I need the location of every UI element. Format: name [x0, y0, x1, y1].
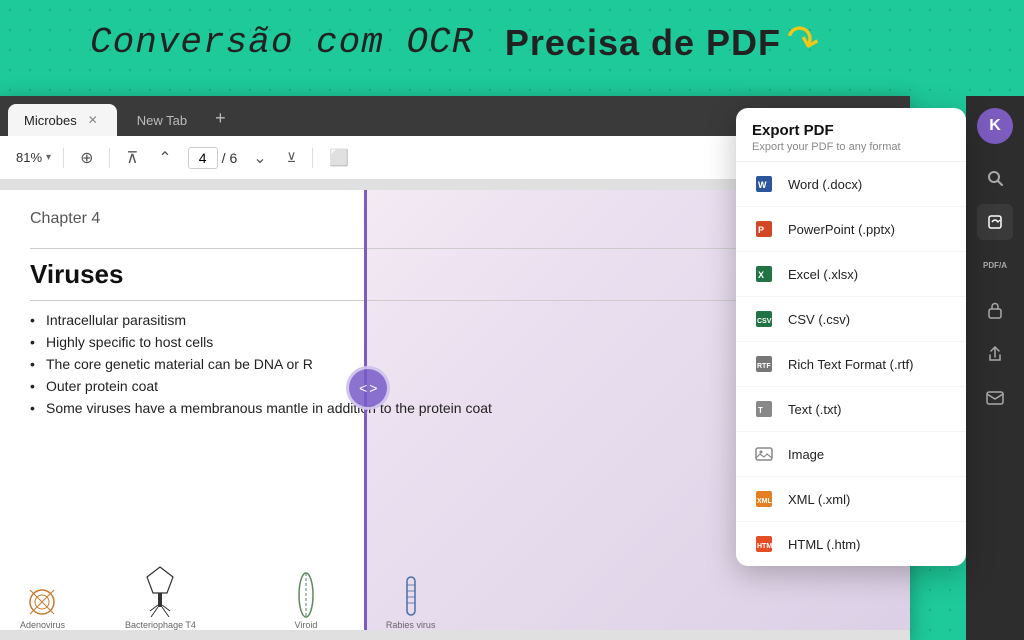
page-number-input[interactable] [188, 147, 218, 169]
svg-text:XML: XML [757, 498, 773, 505]
export-pdf-panel: Export PDF Export your PDF to any format… [736, 108, 966, 566]
export-xml-label: XML (.xml) [788, 492, 850, 507]
svg-text:X: X [758, 270, 764, 280]
illustration-rabies: Rabies virus [386, 570, 436, 630]
rabies-shape [391, 570, 431, 620]
toolbar-divider-3 [312, 148, 313, 168]
pdf-a-button[interactable]: PDF/A [977, 248, 1013, 284]
tab-new[interactable]: New Tab [121, 104, 203, 136]
export-image-item[interactable]: Image [736, 432, 966, 477]
pdf-illustrations: Adenovirus Bacteriophage T4 Viroid [0, 555, 910, 630]
powerpoint-icon: P [752, 217, 776, 241]
svg-text:HTML: HTML [757, 543, 774, 550]
export-word-label: Word (.docx) [788, 177, 862, 192]
page-indicator: / 6 [188, 147, 238, 169]
expand-icon: < > [359, 380, 376, 396]
tab-new-label: New Tab [137, 113, 187, 128]
export-panel-header: Export PDF Export your PDF to any format [736, 108, 966, 162]
header-title-part1: Conversão com OCR [90, 22, 474, 63]
toolbar-divider-1 [63, 148, 64, 168]
illustration-viroid: Viroid [286, 570, 326, 630]
svg-text:P: P [758, 225, 764, 235]
pdf-a-label: PDF/A [983, 261, 1007, 271]
html-icon: HTML [752, 532, 776, 556]
export-ppt-item[interactable]: P PowerPoint (.pptx) [736, 207, 966, 252]
rtf-icon: RTF [752, 352, 776, 376]
viroid-shape [286, 570, 326, 620]
last-page-button[interactable]: ⊻ [283, 146, 301, 170]
page-separator: / [222, 150, 226, 166]
svg-text:T: T [758, 406, 763, 415]
share-icon [987, 345, 1003, 363]
avatar-letter: K [989, 117, 1001, 135]
xml-icon: XML [752, 487, 776, 511]
header-title-part2: Precisa de PDF [505, 22, 781, 64]
prev-page-button[interactable]: ⌃ [154, 144, 175, 172]
export-image-label: Image [788, 447, 824, 462]
convert-button[interactable] [977, 204, 1013, 240]
rabies-label: Rabies virus [386, 620, 436, 630]
zoom-level: 81% [16, 150, 42, 165]
arrow-icon: ↷ [779, 14, 825, 70]
ocr-header: Conversão com OCR Precisa de PDF ↷ [90, 18, 820, 67]
presentation-button[interactable]: ⬜ [325, 144, 353, 172]
zoom-in-button[interactable]: ⊕ [76, 144, 97, 172]
export-excel-label: Excel (.xlsx) [788, 267, 858, 282]
export-rtf-label: Rich Text Format (.rtf) [788, 357, 913, 372]
export-panel-subtitle: Export your PDF to any format [752, 141, 950, 153]
export-rtf-item[interactable]: RTF Rich Text Format (.rtf) [736, 342, 966, 387]
export-xml-item[interactable]: XML XML (.xml) [736, 477, 966, 522]
word-icon: W [752, 172, 776, 196]
export-word-item[interactable]: W Word (.docx) [736, 162, 966, 207]
add-tab-button[interactable]: + [207, 108, 234, 129]
tab-microbes[interactable]: Microbes ✕ [8, 104, 117, 136]
illustration-bacteriophage: Bacteriophage T4 [125, 570, 196, 630]
export-html-item[interactable]: HTML HTML (.htm) [736, 522, 966, 566]
convert-icon [986, 213, 1004, 231]
excel-icon: X [752, 262, 776, 286]
zoom-chevron: ▾ [46, 152, 51, 163]
export-excel-item[interactable]: X Excel (.xlsx) [736, 252, 966, 297]
bacteriophage-label: Bacteriophage T4 [125, 620, 196, 630]
svg-text:CSV: CSV [757, 318, 772, 325]
tab-close-button[interactable]: ✕ [85, 112, 101, 128]
export-panel-title: Export PDF [752, 122, 950, 139]
export-csv-label: CSV (.csv) [788, 312, 850, 327]
export-ppt-label: PowerPoint (.pptx) [788, 222, 895, 237]
page-total: 6 [229, 150, 237, 166]
viroid-label: Viroid [294, 620, 317, 630]
search-button[interactable] [977, 160, 1013, 196]
adenovirus-shape [23, 570, 63, 620]
illustration-adenovirus: Adenovirus [20, 570, 65, 630]
tab-microbes-label: Microbes [24, 113, 77, 128]
export-txt-label: Text (.txt) [788, 402, 841, 417]
zoom-control[interactable]: 81% ▾ [16, 150, 51, 165]
svg-text:RTF: RTF [757, 363, 771, 370]
txt-icon: T [752, 397, 776, 421]
mail-icon [986, 391, 1004, 405]
image-icon [752, 442, 776, 466]
avatar: K [977, 108, 1013, 144]
expand-button[interactable]: < > [346, 366, 390, 410]
bacteriophage-shape [140, 570, 180, 620]
lock-button[interactable] [977, 292, 1013, 328]
next-page-button[interactable]: ⌄ [249, 144, 270, 172]
right-sidebar: K PDF/A [966, 96, 1024, 640]
share-button[interactable] [977, 336, 1013, 372]
export-txt-item[interactable]: T Text (.txt) [736, 387, 966, 432]
lock-icon [987, 301, 1003, 319]
search-icon [986, 169, 1004, 187]
adenovirus-label: Adenovirus [20, 620, 65, 630]
mail-button[interactable] [977, 380, 1013, 416]
first-page-button[interactable]: ⊼ [122, 144, 142, 172]
csv-icon: CSV [752, 307, 776, 331]
svg-text:W: W [758, 180, 767, 190]
export-csv-item[interactable]: CSV CSV (.csv) [736, 297, 966, 342]
toolbar-divider-2 [109, 148, 110, 168]
export-html-label: HTML (.htm) [788, 537, 860, 552]
